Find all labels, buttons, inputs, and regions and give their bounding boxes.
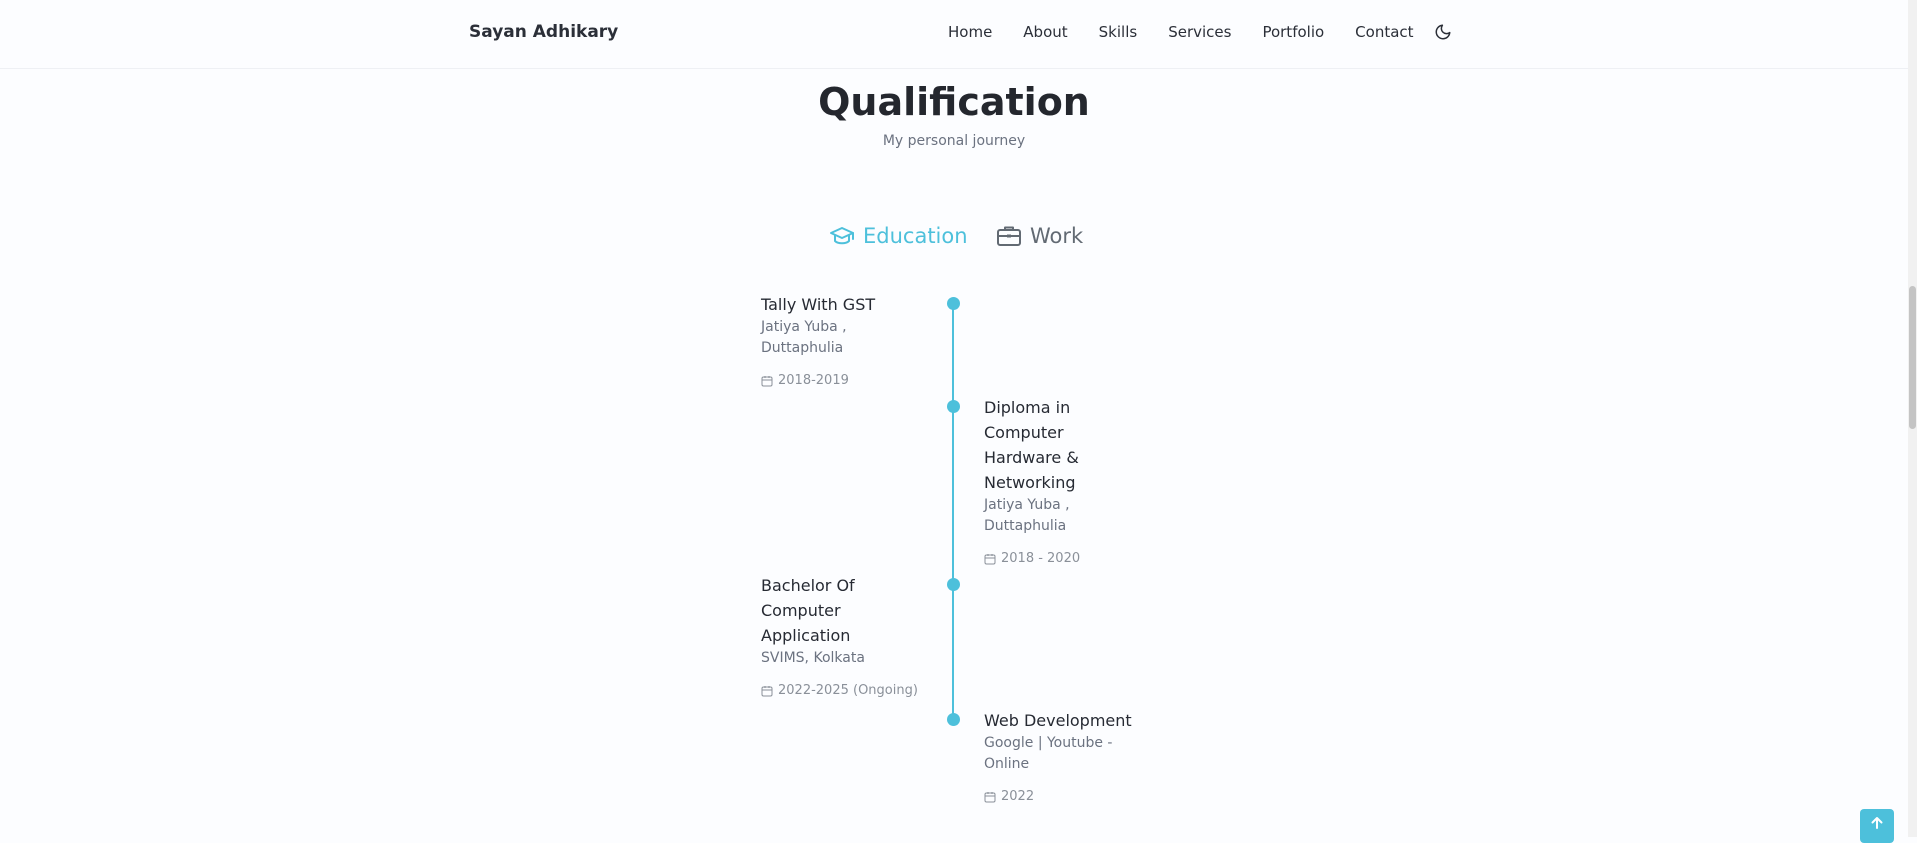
timeline-dot (947, 713, 960, 726)
timeline-item-bca: Bachelor Of Computer Application SVIMS, … (761, 573, 931, 698)
timeline-dot (947, 297, 960, 310)
timeline-item-webdev: Web Development Google | Youtube - Onlin… (984, 708, 1154, 804)
timeline-item-date-text: 2018-2019 (778, 373, 849, 388)
timeline-dot (947, 400, 960, 413)
tab-work[interactable]: Work (996, 224, 1083, 248)
calendar-icon (984, 791, 996, 803)
tab-education[interactable]: Education (829, 224, 968, 248)
moon-icon[interactable] (1434, 22, 1454, 42)
timeline-item-date: 2022 (984, 789, 1154, 804)
tab-education-label: Education (863, 224, 968, 248)
timeline-item-subtitle: Google | Youtube - Online (984, 735, 1113, 772)
calendar-icon (761, 685, 773, 697)
nav-services[interactable]: Services (1168, 23, 1231, 41)
timeline-item-title: Bachelor Of Computer Application (761, 576, 855, 645)
nav-about[interactable]: About (1023, 23, 1067, 41)
briefcase-icon (996, 224, 1022, 248)
calendar-icon (761, 375, 773, 387)
timeline-item-date-text: 2022-2025 (Ongoing) (778, 683, 918, 698)
calendar-icon (984, 553, 996, 565)
timeline-item-date: 2018-2019 (761, 373, 931, 388)
timeline-item-date-text: 2022 (1001, 789, 1035, 804)
timeline-item-tally: Tally With GST Jatiya Yuba , Duttaphulia… (761, 292, 931, 388)
timeline-item-subtitle: Jatiya Yuba , Duttaphulia (761, 319, 847, 356)
arrow-up-icon (1870, 816, 1884, 830)
section-subtitle: My personal journey (882, 133, 1026, 149)
scrollbar-thumb[interactable] (1909, 286, 1916, 429)
section-title: Qualification (818, 80, 1090, 124)
timeline-item-diploma: Diploma in Computer Hardware & Networkin… (984, 395, 1154, 566)
tab-work-label: Work (1030, 224, 1084, 248)
timeline-item-subtitle: SVIMS, Kolkata (761, 650, 865, 666)
timeline-dot (947, 578, 960, 591)
site-header: Sayan Adhikary Home About Skills Service… (0, 0, 1908, 69)
timeline-item-subtitle: Jatiya Yuba , Duttaphulia (984, 497, 1070, 534)
timeline-line (952, 303, 954, 720)
main-nav: Home About Skills Services Portfolio Con… (948, 22, 1454, 42)
nav-contact[interactable]: Contact (1355, 23, 1413, 41)
timeline-item-date-text: 2018 - 2020 (1001, 551, 1081, 566)
timeline-item-date: 2018 - 2020 (984, 551, 1154, 566)
timeline-item-title: Tally With GST (761, 295, 876, 314)
nav-home[interactable]: Home (948, 23, 992, 41)
nav-portfolio[interactable]: Portfolio (1262, 23, 1324, 41)
scroll-up-button[interactable] (1860, 809, 1894, 843)
timeline-item-date: 2022-2025 (Ongoing) (761, 683, 931, 698)
timeline-item-title: Web Development (984, 711, 1132, 730)
nav-skills[interactable]: Skills (1099, 23, 1138, 41)
page-scrollbar[interactable] (1908, 0, 1917, 837)
timeline-item-title: Diploma in Computer Hardware & Networkin… (984, 398, 1079, 492)
site-logo[interactable]: Sayan Adhikary (469, 22, 618, 42)
graduation-cap-icon (829, 224, 855, 248)
